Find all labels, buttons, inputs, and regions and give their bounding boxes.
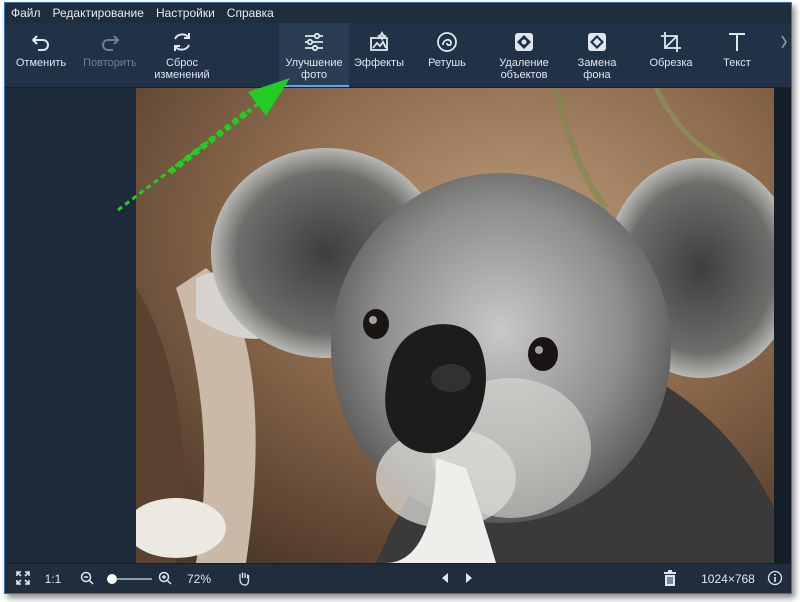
zoom-in-icon	[158, 571, 172, 588]
delete-button[interactable]	[659, 564, 681, 593]
zoom-slider[interactable]	[106, 574, 152, 584]
app-window: Файл Редактирование Настройки Справка От…	[4, 2, 792, 594]
chevron-right-icon	[779, 27, 789, 57]
undo-icon	[29, 27, 53, 57]
trash-icon	[663, 569, 677, 589]
effects-icon	[367, 27, 391, 57]
retouch-label: Ретушь	[428, 57, 466, 69]
pan-tool-button[interactable]	[231, 564, 257, 593]
retouch-tab[interactable]: Ретушь	[417, 23, 477, 87]
enhance-label: Улучшение фото	[285, 57, 343, 81]
reset-icon	[170, 27, 194, 57]
more-tools-button[interactable]	[777, 23, 791, 87]
zoom-out-icon	[80, 571, 94, 588]
image-dimensions: 1024×768	[701, 572, 755, 586]
zoom-in-button[interactable]	[155, 564, 175, 593]
menu-bar: Файл Редактирование Настройки Справка	[5, 3, 791, 23]
reset-label: Сброс изменений	[154, 57, 210, 81]
info-button[interactable]	[765, 564, 785, 593]
menu-help[interactable]: Справка	[227, 6, 274, 20]
arrow-right-icon	[463, 572, 475, 587]
enhance-tab[interactable]: Улучшение фото	[279, 23, 349, 87]
text-icon	[725, 27, 749, 57]
fullscreen-button[interactable]	[9, 564, 37, 593]
zoom-slider-handle[interactable]	[106, 574, 117, 584]
settings-panel	[5, 88, 136, 563]
previous-image-button[interactable]	[435, 564, 455, 593]
arrow-left-icon	[439, 572, 451, 587]
effects-tab[interactable]: Эффекты	[349, 23, 409, 87]
menu-edit[interactable]: Редактирование	[53, 6, 144, 20]
replace-bg-label: Замена фона	[577, 57, 617, 81]
crop-icon	[659, 27, 683, 57]
koala-photo	[136, 88, 774, 563]
actual-size-button[interactable]: 1:1	[39, 564, 67, 593]
redo-icon	[98, 27, 122, 57]
effects-label: Эффекты	[353, 57, 404, 69]
remove-objects-icon	[512, 27, 536, 57]
replace-background-icon	[585, 27, 609, 57]
undo-button[interactable]: Отменить	[9, 23, 73, 87]
info-icon	[767, 570, 783, 589]
undo-label: Отменить	[15, 57, 67, 69]
toolbar: Отменить Повторить Сброс изменений Улучш…	[5, 23, 791, 88]
text-tab[interactable]: Текст	[709, 23, 765, 87]
hand-icon	[236, 570, 252, 589]
zoom-value: 72%	[186, 572, 212, 586]
remove-objects-tab[interactable]: Удаление объектов	[489, 23, 559, 87]
redo-label: Повторить	[83, 57, 137, 69]
crop-tab[interactable]: Обрезка	[639, 23, 703, 87]
crop-label: Обрезка	[649, 57, 693, 69]
sliders-icon	[302, 27, 326, 57]
menu-file[interactable]: Файл	[11, 6, 41, 20]
status-bar: 1:1 72% 1024×768	[5, 563, 791, 593]
retouch-icon	[435, 27, 459, 57]
reset-button[interactable]: Сброс изменений	[147, 23, 217, 87]
fullscreen-icon	[15, 570, 31, 589]
remove-objects-label: Удаление объектов	[499, 57, 549, 81]
next-image-button[interactable]	[459, 564, 479, 593]
menu-settings[interactable]: Настройки	[156, 6, 215, 20]
image-canvas[interactable]	[136, 88, 791, 563]
replace-bg-tab[interactable]: Замена фона	[565, 23, 629, 87]
zoom-out-button[interactable]	[77, 564, 97, 593]
text-label: Текст	[723, 57, 751, 69]
redo-button[interactable]: Повторить	[77, 23, 143, 87]
